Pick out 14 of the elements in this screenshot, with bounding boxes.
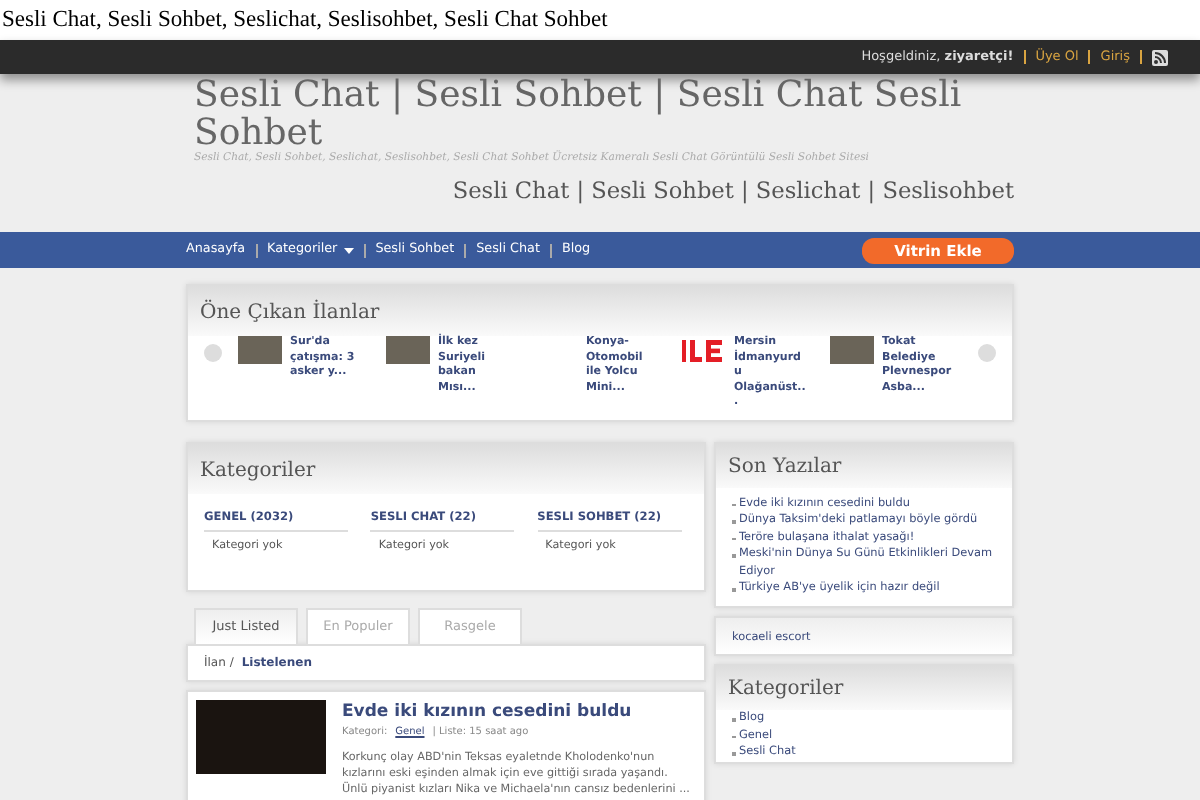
panel-title: Kategoriler xyxy=(716,666,1012,711)
listing-title[interactable]: Evde iki kızının cesedini buldu xyxy=(342,700,696,726)
panel-title: Son Yazılar xyxy=(716,443,1012,487)
photo-placeholder xyxy=(386,336,430,364)
rss-icon[interactable] xyxy=(1152,49,1168,65)
photo-placeholder xyxy=(238,336,282,364)
page-title: Sesli Chat, Sesli Sohbet, Seslichat, Seslisohbet, Sesli Chat Sohbet xyxy=(0,0,1200,40)
logo-drawing xyxy=(682,336,726,364)
photo-placeholder xyxy=(196,700,326,775)
panel-title: Öne Çıkan İlanlar xyxy=(188,286,1012,336)
panel-title: Kategoriler xyxy=(188,443,704,493)
site-title: Sesli Chat | Sesli Sohbet | Sesli Chat Sesli Sohbet xyxy=(192,76,964,152)
photo-placeholder xyxy=(830,336,874,364)
site-subtitle: Sesli Chat | Sesli Sohbet | Seslichat | Seslisohbet xyxy=(450,175,1014,208)
